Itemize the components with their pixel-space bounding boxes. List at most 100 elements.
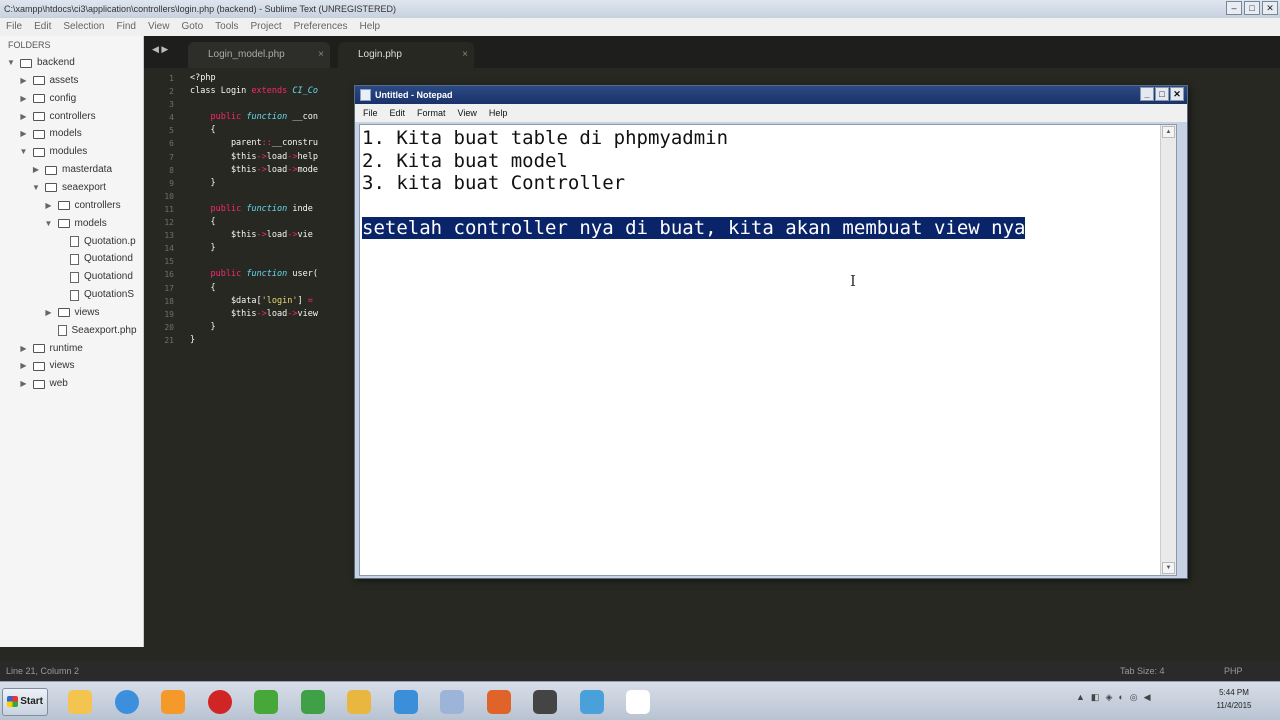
maximize-button[interactable]: □ — [1244, 1, 1260, 15]
minimize-button[interactable]: _ — [1140, 87, 1154, 101]
notepad-text-area[interactable]: 1. Kita buat table di phpmyadmin 2. Kita … — [359, 124, 1177, 576]
installer-icon[interactable] — [386, 686, 426, 717]
menu-item-project[interactable]: Project — [251, 18, 282, 36]
vertical-scrollbar[interactable]: ▲ ▼ — [1160, 125, 1176, 575]
tab-nav-arrows[interactable]: ◀ ▶ — [152, 44, 168, 55]
sidebar-item-config[interactable]: ▶ config — [19, 90, 76, 108]
notepad-menu-view[interactable]: View — [458, 104, 477, 122]
sidebar-item-views[interactable]: ▶ views — [19, 357, 74, 375]
sidebar-item-modules[interactable]: ▼ modules — [19, 143, 88, 161]
menu-item-goto[interactable]: Goto — [181, 18, 203, 36]
sidebar-item-seaexport-php[interactable]: Seaexport.php — [44, 322, 137, 340]
sidebar-item-runtime[interactable]: ▶ runtime — [19, 340, 82, 358]
tray-icon[interactable]: ◈ — [1105, 692, 1112, 703]
explorer-icon[interactable] — [60, 686, 100, 717]
sidebar-item-models[interactable]: ▼ models — [44, 215, 107, 233]
close-button[interactable]: ✕ — [1170, 87, 1184, 101]
line-number: 1 — [169, 74, 174, 83]
chevron-right-icon[interactable]: ▶ — [44, 304, 54, 322]
sidebar-item-label: models — [74, 217, 107, 229]
sidebar-item-models[interactable]: ▶ models — [19, 125, 81, 143]
chevron-down-icon[interactable]: ▼ — [6, 54, 16, 72]
sidebar-item-quotationd[interactable]: Quotationd — [56, 268, 133, 286]
chevron-right-icon[interactable]: ▶ — [19, 125, 29, 143]
code-line: } — [190, 243, 216, 254]
chevron-right-icon[interactable]: ▶ — [19, 357, 29, 375]
opera-icon[interactable] — [200, 686, 240, 717]
sidebar-item-backend[interactable]: ▼ backend — [6, 54, 75, 72]
sidebar-item-quotationd[interactable]: Quotationd — [56, 250, 133, 268]
chevron-right-icon[interactable]: ▶ — [19, 108, 29, 126]
sidebar-item-controllers[interactable]: ▶ controllers — [19, 108, 95, 126]
code-line: } — [190, 321, 216, 332]
sidebar-item-seaexport[interactable]: ▼ seaexport — [31, 179, 106, 197]
sublime-icon-glyph — [533, 689, 557, 714]
chrome-icon[interactable] — [107, 686, 147, 717]
window-icon[interactable] — [618, 686, 658, 717]
folder-icon[interactable] — [432, 686, 472, 717]
chevron-down-icon[interactable]: ▼ — [44, 215, 54, 233]
notepad-menu-help[interactable]: Help — [489, 104, 508, 122]
menu-item-view[interactable]: View — [148, 18, 170, 36]
close-icon[interactable]: × — [462, 42, 468, 68]
scroll-down-icon[interactable]: ▼ — [1162, 562, 1175, 574]
menu-item-preferences[interactable]: Preferences — [294, 18, 348, 36]
sidebar-item-quotations[interactable]: QuotationS — [56, 286, 134, 304]
line-number: 14 — [164, 244, 174, 254]
network-icon[interactable] — [246, 686, 286, 717]
scroll-up-icon[interactable]: ▲ — [1162, 126, 1175, 138]
notepad-icon[interactable] — [572, 686, 612, 717]
line-number: 3 — [169, 100, 174, 110]
notepad-menu-file[interactable]: File — [363, 104, 378, 122]
notepad-menu-edit[interactable]: Edit — [390, 104, 406, 122]
tab-size[interactable]: Tab Size: 4 — [1120, 661, 1165, 681]
syntax-mode[interactable]: PHP — [1224, 661, 1243, 681]
menu-item-edit[interactable]: Edit — [34, 18, 51, 36]
menu-item-find[interactable]: Find — [117, 18, 136, 36]
menu-item-file[interactable]: File — [6, 18, 22, 36]
tab-login-model[interactable]: Login_model.php × — [188, 42, 330, 68]
file-icon — [57, 325, 67, 337]
chevron-right-icon[interactable]: ▶ — [31, 161, 41, 179]
media-player-icon[interactable] — [153, 686, 193, 717]
sidebar-item-masterdata[interactable]: ▶ masterdata — [31, 161, 112, 179]
chevron-right-icon[interactable]: ▶ — [19, 72, 29, 90]
clock-time: 5:44 PM — [1219, 688, 1249, 697]
chevron-right-icon[interactable]: ▶ — [19, 90, 29, 108]
start-button[interactable]: Start — [2, 688, 48, 716]
chevron-right-icon[interactable]: ▶ — [44, 197, 54, 215]
maximize-button[interactable]: □ — [1155, 87, 1169, 101]
chevron-down-icon[interactable]: ▼ — [19, 143, 29, 161]
tray-icon[interactable]: ◎ — [1130, 692, 1138, 703]
close-icon[interactable]: × — [318, 42, 324, 68]
sidebar-item-views[interactable]: ▶ views — [44, 304, 99, 322]
notepad-menu-format[interactable]: Format — [417, 104, 446, 122]
clock[interactable]: 5:44 PM 11/4/2015 — [1208, 686, 1260, 712]
folder-icon — [32, 112, 45, 122]
code-area[interactable]: <?php class Login extends CI_Co public f… — [190, 72, 318, 347]
sidebar-item-web[interactable]: ▶ web — [19, 375, 67, 393]
tab-login[interactable]: Login.php × — [338, 42, 474, 68]
close-button[interactable]: ✕ — [1262, 1, 1278, 15]
line-number: 8 — [169, 165, 174, 175]
chevron-down-icon[interactable]: ▼ — [31, 179, 41, 197]
mail-icon[interactable] — [339, 686, 379, 717]
chevron-right-icon[interactable]: ▶ — [19, 340, 29, 358]
sidebar-item-controllers[interactable]: ▶ controllers — [44, 197, 120, 215]
paint-icon[interactable] — [293, 686, 333, 717]
xampp-icon[interactable] — [479, 686, 519, 717]
volume-icon[interactable]: ◀ — [1144, 692, 1151, 703]
sidebar-item-assets[interactable]: ▶ assets — [19, 72, 78, 90]
tray-icon[interactable]: ◧ — [1091, 692, 1100, 703]
tray-arrow-icon[interactable]: ▲ — [1076, 692, 1085, 703]
chevron-right-icon[interactable]: ▶ — [19, 375, 29, 393]
sidebar-item-label: Quotation.p — [84, 235, 136, 247]
menu-item-help[interactable]: Help — [360, 18, 381, 36]
minimize-button[interactable]: – — [1226, 1, 1242, 15]
sidebar-item-quotation-p[interactable]: Quotation.p — [56, 233, 136, 251]
menu-item-tools[interactable]: Tools — [215, 18, 238, 36]
folder-icon — [32, 361, 45, 371]
tray-icon[interactable]: ◐ — [1118, 692, 1123, 703]
menu-item-selection[interactable]: Selection — [63, 18, 104, 36]
sublime-icon[interactable] — [525, 686, 565, 717]
